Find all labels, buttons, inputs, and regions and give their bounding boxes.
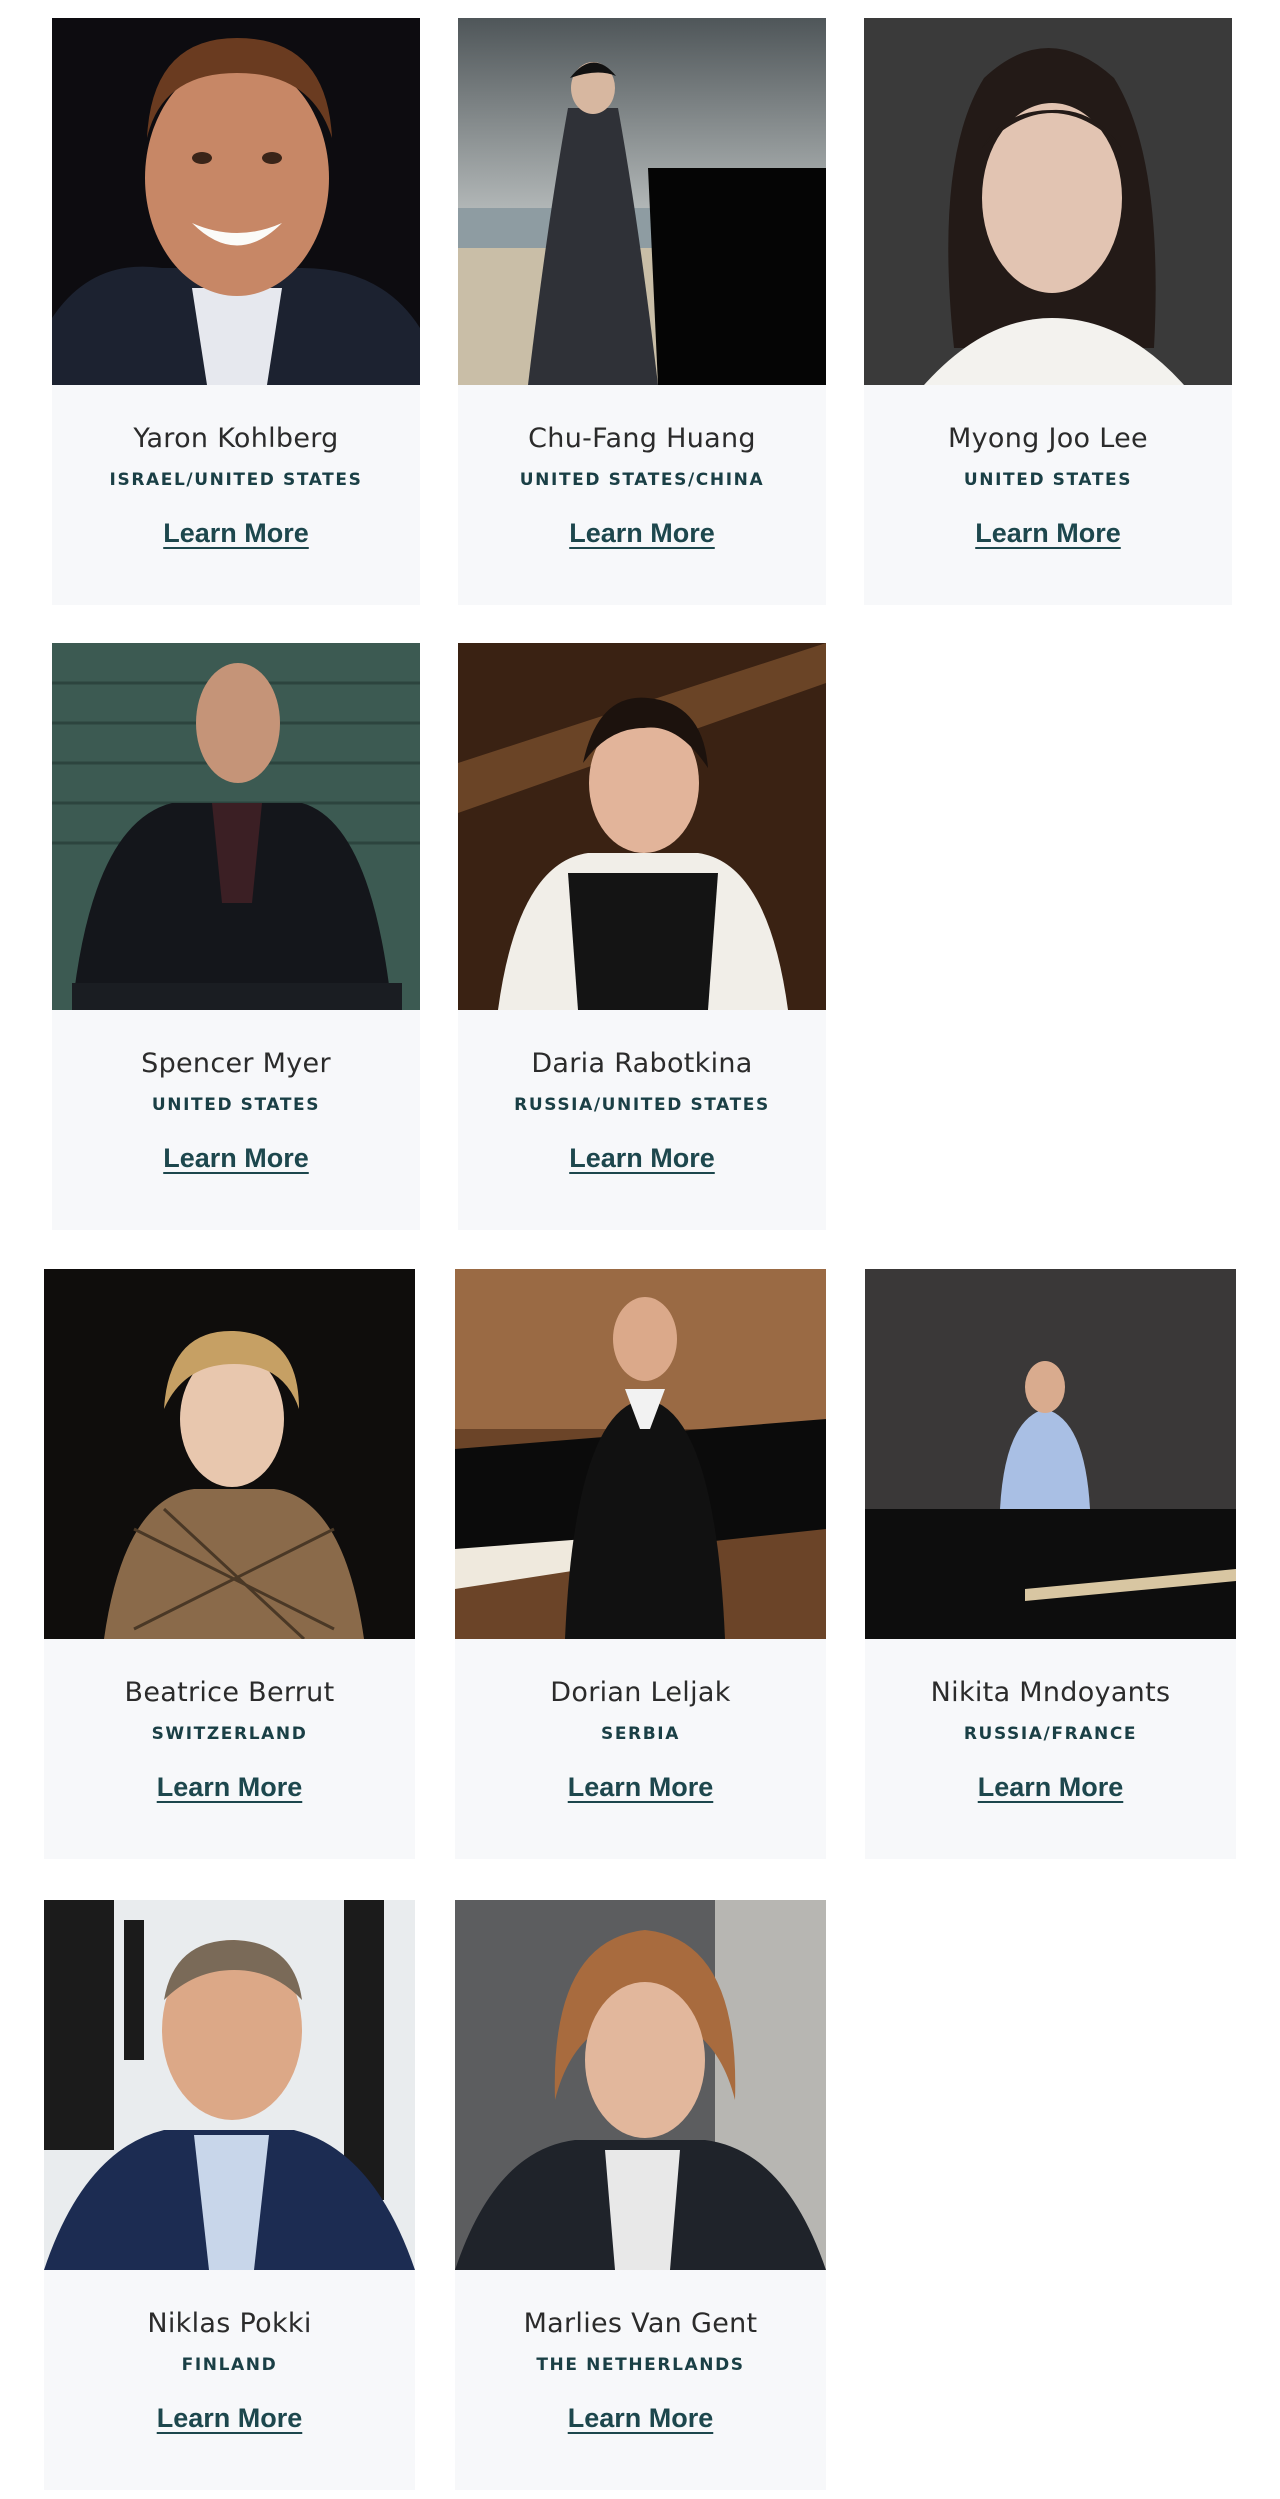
learn-more-link[interactable]: Learn More — [157, 1772, 303, 1803]
artist-info: Spencer Myer UNITED STATES Learn More — [52, 1010, 420, 1174]
artist-portrait[interactable] — [455, 1269, 826, 1639]
artist-card: Niklas Pokki FINLAND Learn More — [44, 1900, 415, 2490]
artist-country: UNITED STATES — [151, 1095, 321, 1115]
artist-country: ISRAEL/UNITED STATES — [109, 470, 363, 490]
learn-more-link[interactable]: Learn More — [569, 1143, 715, 1174]
artist-name: Daria Rabotkina — [531, 1048, 753, 1079]
artist-name: Myong Joo Lee — [948, 423, 1148, 454]
artist-country: FINLAND — [181, 2355, 278, 2375]
artist-portrait[interactable] — [52, 643, 420, 1010]
artist-name: Beatrice Berrut — [124, 1677, 335, 1708]
artist-name: Chu-Fang Huang — [528, 423, 756, 454]
artist-portrait[interactable] — [458, 643, 826, 1010]
learn-more-link[interactable]: Learn More — [568, 2403, 714, 2434]
learn-more-link[interactable]: Learn More — [568, 1772, 714, 1803]
artist-portrait[interactable] — [44, 1269, 415, 1639]
artist-country: UNITED STATES — [963, 470, 1133, 490]
artist-card: Spencer Myer UNITED STATES Learn More — [52, 643, 420, 1230]
artist-name: Spencer Myer — [141, 1048, 331, 1079]
artist-country: UNITED STATES/CHINA — [519, 470, 765, 490]
artist-info: Dorian Leljak SERBIA Learn More — [455, 1639, 826, 1803]
learn-more-link[interactable]: Learn More — [975, 518, 1121, 549]
artist-portrait[interactable] — [865, 1269, 1236, 1639]
learn-more-link[interactable]: Learn More — [569, 518, 715, 549]
artist-info: Myong Joo Lee UNITED STATES Learn More — [864, 385, 1232, 549]
artist-portrait[interactable] — [455, 1900, 826, 2270]
artist-grid: Yaron Kohlberg ISRAEL/UNITED STATES Lear… — [0, 0, 1280, 2499]
artist-card: Marlies Van Gent THE NETHERLANDS Learn M… — [455, 1900, 826, 2490]
artist-portrait[interactable] — [458, 18, 826, 385]
artist-portrait[interactable] — [44, 1900, 415, 2270]
learn-more-link[interactable]: Learn More — [157, 2403, 303, 2434]
artist-info: Niklas Pokki FINLAND Learn More — [44, 2270, 415, 2434]
artist-country: SWITZERLAND — [151, 1724, 308, 1744]
artist-country: THE NETHERLANDS — [536, 2355, 745, 2375]
artist-card: Dorian Leljak SERBIA Learn More — [455, 1269, 826, 1859]
artist-country: RUSSIA/UNITED STATES — [514, 1095, 770, 1115]
artist-info: Beatrice Berrut SWITZERLAND Learn More — [44, 1639, 415, 1803]
artist-card: Yaron Kohlberg ISRAEL/UNITED STATES Lear… — [52, 18, 420, 605]
artist-card: Myong Joo Lee UNITED STATES Learn More — [864, 18, 1232, 605]
learn-more-link[interactable]: Learn More — [978, 1772, 1124, 1803]
artist-name: Dorian Leljak — [550, 1677, 731, 1708]
artist-card: Daria Rabotkina RUSSIA/UNITED STATES Lea… — [458, 643, 826, 1230]
artist-portrait[interactable] — [52, 18, 420, 385]
artist-card: Beatrice Berrut SWITZERLAND Learn More — [44, 1269, 415, 1859]
artist-info: Yaron Kohlberg ISRAEL/UNITED STATES Lear… — [52, 385, 420, 549]
artist-name: Niklas Pokki — [147, 2308, 312, 2339]
learn-more-link[interactable]: Learn More — [163, 518, 309, 549]
artist-name: Yaron Kohlberg — [133, 423, 339, 454]
artist-name: Nikita Mndoyants — [930, 1677, 1171, 1708]
artist-card: Nikita Mndoyants RUSSIA/FRANCE Learn Mor… — [865, 1269, 1236, 1859]
artist-name: Marlies Van Gent — [523, 2308, 758, 2339]
artist-portrait[interactable] — [864, 18, 1232, 385]
artist-info: Daria Rabotkina RUSSIA/UNITED STATES Lea… — [458, 1010, 826, 1174]
artist-info: Chu-Fang Huang UNITED STATES/CHINA Learn… — [458, 385, 826, 549]
artist-country: SERBIA — [601, 1724, 680, 1744]
artist-country: RUSSIA/FRANCE — [963, 1724, 1138, 1744]
artist-card: Chu-Fang Huang UNITED STATES/CHINA Learn… — [458, 18, 826, 605]
artist-info: Nikita Mndoyants RUSSIA/FRANCE Learn Mor… — [865, 1639, 1236, 1803]
artist-info: Marlies Van Gent THE NETHERLANDS Learn M… — [455, 2270, 826, 2434]
learn-more-link[interactable]: Learn More — [163, 1143, 309, 1174]
